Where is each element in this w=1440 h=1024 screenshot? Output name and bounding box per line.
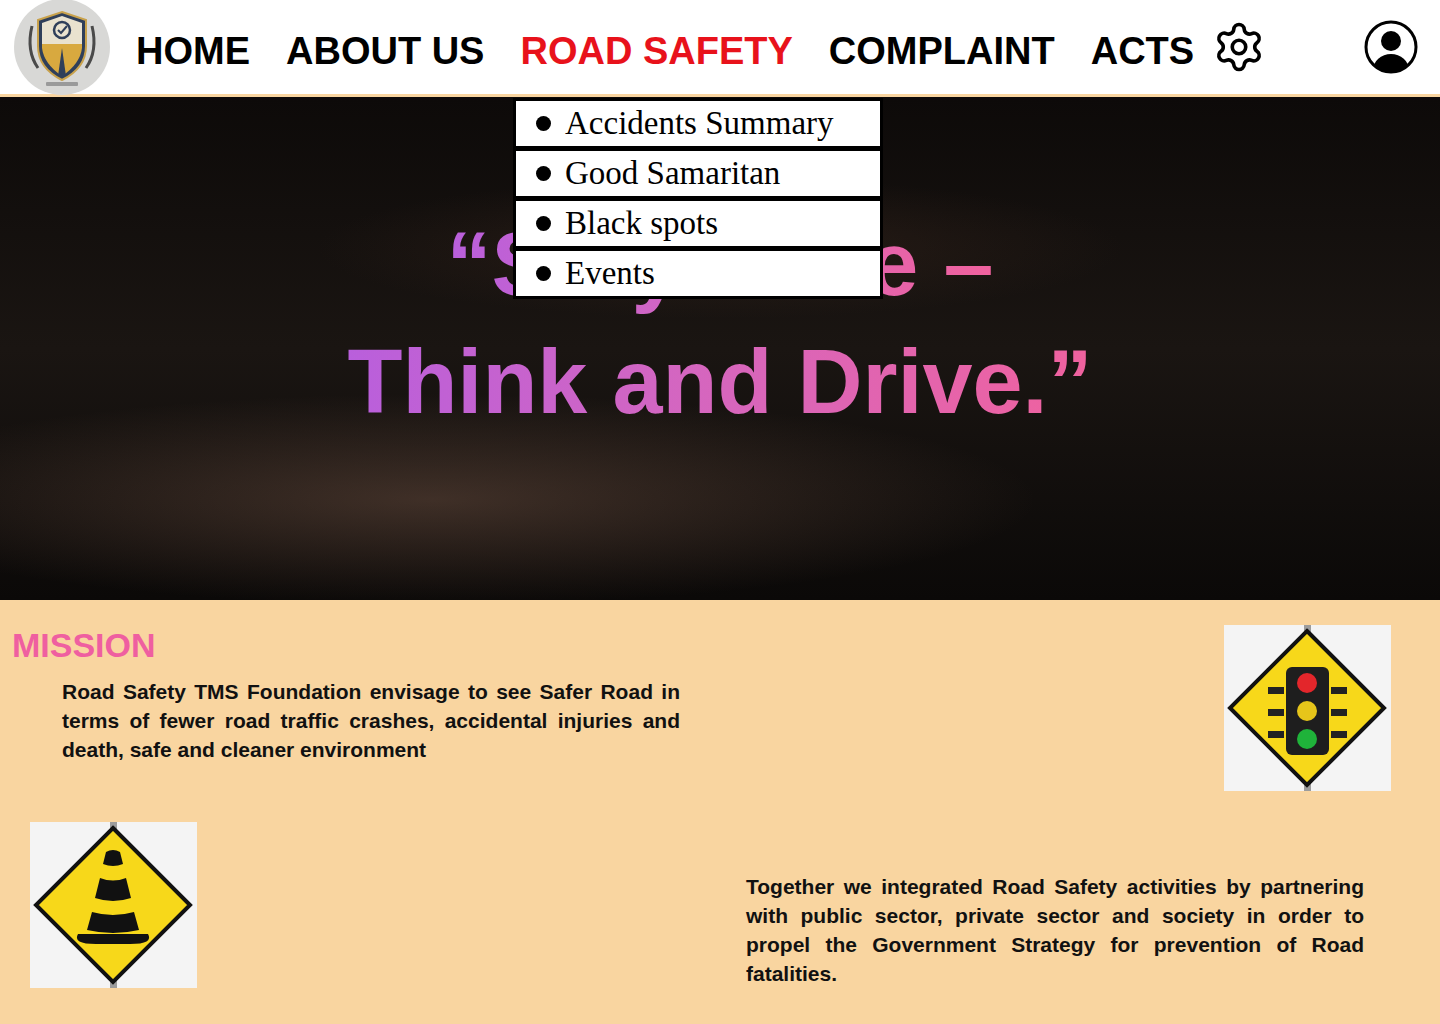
mission-text: Road Safety TMS Foundation envisage to s…	[62, 677, 680, 764]
traffic-light-sign-icon	[1224, 625, 1391, 791]
main-nav: HOME ABOUT US ROAD SAFETY COMPLAINT ACTS	[136, 22, 1194, 73]
header: HOMEABOUT USROAD SAFETYCOMPLAINTACTSAcci…	[0, 0, 1440, 97]
nav-item[interactable]: ACTS	[1091, 22, 1194, 73]
nav-item[interactable]: HOME	[136, 22, 250, 73]
page: HOME ABOUT US ROAD SAFETY COMPLAINT ACTS Acci…	[0, 0, 1440, 1024]
dropdown-item[interactable]: Good Samaritan	[513, 148, 883, 199]
settings-button[interactable]	[1212, 20, 1266, 74]
traffic-cone-sign-icon	[30, 822, 197, 988]
road-safety-dropdown: Accidents SummaryGood SamaritanBlack spo…	[513, 99, 883, 299]
bullet-icon	[536, 166, 551, 181]
cone-sign	[30, 822, 197, 988]
bullet-icon	[536, 116, 551, 131]
shield-logo-icon	[24, 6, 100, 88]
traffic-light-sign	[1224, 625, 1391, 791]
partnership-text: Together we integrated Road Safety activ…	[746, 872, 1364, 988]
mission-title: MISSION	[12, 625, 680, 665]
bullet-icon	[536, 216, 551, 231]
hero-slogan: Think and Drive.”	[347, 323, 1092, 441]
mission-row: MISSION Road Safety TMS Foundation envisa…	[12, 622, 1391, 791]
partnership-row: Together we integrated Road Safety activ…	[12, 822, 1391, 988]
mission-text-block: MISSION Road Safety TMS Foundation envisa…	[12, 625, 680, 764]
profile-button[interactable]	[1362, 20, 1420, 74]
gear-icon	[1212, 20, 1266, 74]
dropdown-item[interactable]: Accidents Summary	[513, 98, 883, 149]
user-icon	[1362, 20, 1420, 74]
mission-section: MISSION Road Safety TMS Foundation envisa…	[0, 600, 1440, 1024]
logo[interactable]	[14, 0, 110, 95]
nav-item[interactable]: ABOUT US	[286, 22, 484, 73]
nav-item[interactable]: COMPLAINT	[829, 22, 1055, 73]
dropdown-item[interactable]: Black spots	[513, 198, 883, 249]
bullet-icon	[536, 266, 551, 281]
nav-item[interactable]: ROAD SAFETY	[520, 22, 792, 73]
dropdown-item[interactable]: Events	[513, 248, 883, 299]
